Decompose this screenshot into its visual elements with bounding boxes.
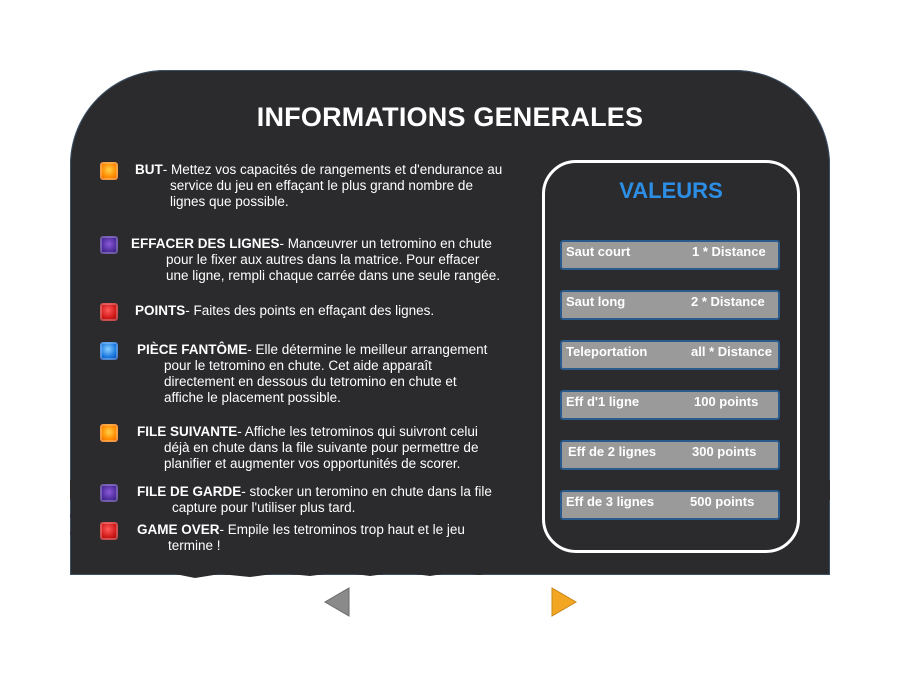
rule-text: directement en dessous du tetromino en c… [164, 374, 457, 389]
rule-text: - Empile les tetrominos trop haut et le … [219, 522, 465, 537]
rule-text: - stocker un teromino en chute dans la f… [241, 484, 492, 499]
rule-name: BUT [135, 162, 163, 177]
value-label: Teleportation [566, 344, 648, 359]
rule-text: - Affiche les tetrominos qui suivront ce… [237, 424, 478, 439]
rule-text: pour le tetromino en chute. Cet aide app… [164, 358, 432, 373]
rule-file-de-garde: FILE DE GARDE- stocker un teromino en ch… [100, 484, 530, 516]
rule-name: PIÈCE FANTÔME [137, 342, 248, 357]
orange-block-icon [100, 162, 118, 180]
orange-block-icon [100, 424, 118, 442]
value-row: Teleportation all * Distance [560, 340, 780, 370]
rule-name: GAME OVER [137, 522, 220, 537]
value-amount: 500 points [690, 494, 755, 509]
value-label: Saut court [566, 244, 631, 259]
page-title: INFORMATIONS GENERALES [256, 102, 644, 132]
rule-text: capture pour l'utiliser plus tard. [172, 500, 356, 515]
rule-but: BUT- Mettez vos capacités de rangements … [100, 162, 530, 210]
rule-text: déjà en chute dans la file suivante pour… [164, 440, 479, 455]
rule-text: - Manœuvrer un tetromino en chute [279, 236, 492, 251]
rule-text: une ligne, rempli chaque carrée dans une… [166, 268, 500, 283]
rule-text: - Faites des points en effaçant des lign… [185, 303, 435, 318]
red-block-icon [100, 522, 118, 540]
value-amount: 2 * Distance [691, 294, 765, 309]
rule-text: affiche le placement possible. [164, 390, 341, 405]
rule-text: - Elle détermine le meilleur arrangement [247, 342, 488, 357]
rule-name: EFFACER DES LIGNES [131, 236, 280, 251]
rule-points: POINTS- Faites des points en effaçant de… [100, 303, 530, 321]
value-amount: 100 points [694, 394, 759, 409]
value-row: Eff de 3 lignes 500 points [560, 490, 780, 520]
values-title: VALEURS [619, 178, 723, 203]
purple-block-icon [100, 484, 118, 502]
previous-arrow-icon[interactable] [323, 586, 351, 618]
value-amount: 1 * Distance [692, 244, 766, 259]
next-arrow-icon[interactable] [550, 586, 578, 618]
value-label: Eff de 2 lignes [568, 444, 657, 459]
value-label: Saut long [566, 294, 626, 309]
rule-text: service du jeu en effaçant le plus grand… [170, 178, 473, 193]
rule-effacer-des-lignes: EFFACER DES LIGNES- Manœuvrer un tetromi… [100, 236, 530, 284]
value-row: Saut long 2 * Distance [560, 290, 780, 320]
rule-text: - Mettez vos capacités de rangements et … [162, 162, 503, 177]
rule-text: lignes que possible. [170, 194, 289, 209]
purple-block-icon [100, 236, 118, 254]
red-block-icon [100, 303, 118, 321]
rule-game-over: GAME OVER- Empile les tetrominos trop ha… [100, 522, 530, 554]
value-row: Saut court 1 * Distance [560, 240, 780, 270]
value-row: Eff de 2 lignes 300 points [560, 440, 780, 470]
value-row: Eff d'1 ligne 100 points [560, 390, 780, 420]
rule-text: pour le fixer aux autres dans la matrice… [166, 252, 480, 267]
value-amount: all * Distance [691, 344, 772, 359]
rule-text: termine ! [168, 538, 221, 553]
rule-text: planifier et augmenter vos opportunités … [164, 456, 461, 471]
rule-name: FILE DE GARDE [137, 484, 242, 499]
blue-block-icon [100, 342, 118, 360]
rule-name: POINTS [135, 303, 186, 318]
value-amount: 300 points [692, 444, 757, 459]
value-label: Eff de 3 lignes [566, 494, 655, 509]
rule-name: FILE SUIVANTE [137, 424, 238, 439]
rule-piece-fantome: PIÈCE FANTÔME- Elle détermine le meilleu… [100, 342, 530, 406]
value-label: Eff d'1 ligne [566, 394, 640, 409]
rule-file-suivante: FILE SUIVANTE- Affiche les tetrominos qu… [100, 424, 530, 472]
